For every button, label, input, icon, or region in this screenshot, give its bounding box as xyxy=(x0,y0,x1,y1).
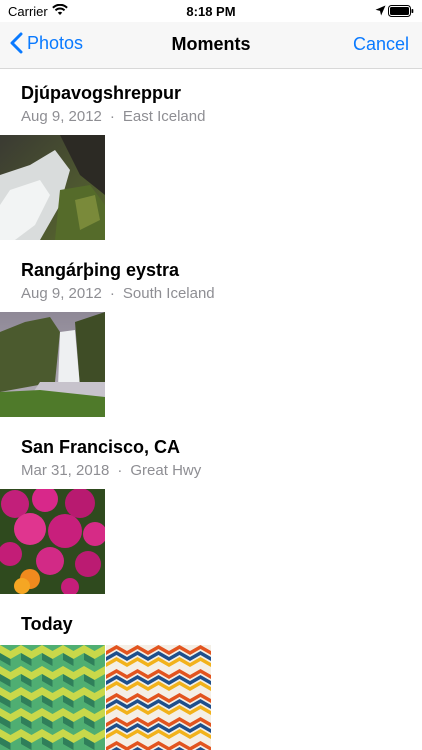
moment-title: Rangárþing eystra xyxy=(21,260,180,280)
moment-location: South Iceland xyxy=(122,285,215,302)
moment-location: East Iceland xyxy=(122,108,206,125)
photo-grid xyxy=(0,645,422,750)
photo-grid xyxy=(0,135,422,240)
moment-date: Aug 9, 2012 xyxy=(21,108,102,125)
moment-subtitle: Aug 9, 2012 · South Iceland xyxy=(0,285,422,302)
waterfall-cliff-photo xyxy=(0,312,105,417)
moment-date: Aug 9, 2012 xyxy=(21,285,102,302)
moment-section: Djúpavogshreppur Aug 9, 2012 · East Icelan… xyxy=(0,68,422,240)
moment-section: Rangárþing eystra Aug 9, 2012 · South Icel… xyxy=(0,240,422,417)
chevron-pattern-photo xyxy=(106,645,211,750)
flowers-photo xyxy=(0,489,105,594)
photo-grid xyxy=(0,489,422,594)
photo-thumbnail[interactable] xyxy=(0,312,105,417)
battery-icon xyxy=(388,5,414,20)
photo-grid xyxy=(0,312,422,417)
navigation-bar: Photos Moments Cancel xyxy=(0,22,422,69)
moment-subtitle: Aug 9, 2012 · East Iceland xyxy=(0,108,422,125)
separator-dot: · xyxy=(109,108,115,125)
separator-dot: · xyxy=(117,462,123,479)
photo-thumbnail[interactable] xyxy=(0,645,105,750)
cancel-button[interactable]: Cancel xyxy=(353,34,409,55)
photo-thumbnail[interactable] xyxy=(0,135,105,240)
moment-title: Today xyxy=(21,614,73,634)
moment-title: Djúpavogshreppur xyxy=(21,83,182,103)
moments-list: Djúpavogshreppur Aug 9, 2012 · East Icelan… xyxy=(0,68,422,750)
status-time: 8:18 PM xyxy=(186,4,236,19)
separator-dot: · xyxy=(109,285,115,302)
moment-section: San Francisco, CA Mar 31, 2018 · Great Hwy xyxy=(0,417,422,594)
moment-location: Great Hwy xyxy=(130,462,202,479)
status-bar: Carrier 8:18 PM xyxy=(0,0,422,22)
location-arrow-icon xyxy=(375,4,386,19)
photo-thumbnail[interactable] xyxy=(0,489,105,594)
moment-date: Mar 31, 2018 xyxy=(21,462,110,479)
green-pattern-photo xyxy=(0,645,105,750)
photo-thumbnail[interactable] xyxy=(106,645,211,750)
waterfall-rocks-photo xyxy=(0,135,105,240)
moment-section: Today xyxy=(0,594,422,750)
moment-title: San Francisco, CA xyxy=(21,437,181,457)
moment-subtitle: Mar 31, 2018 · Great Hwy xyxy=(0,462,422,479)
